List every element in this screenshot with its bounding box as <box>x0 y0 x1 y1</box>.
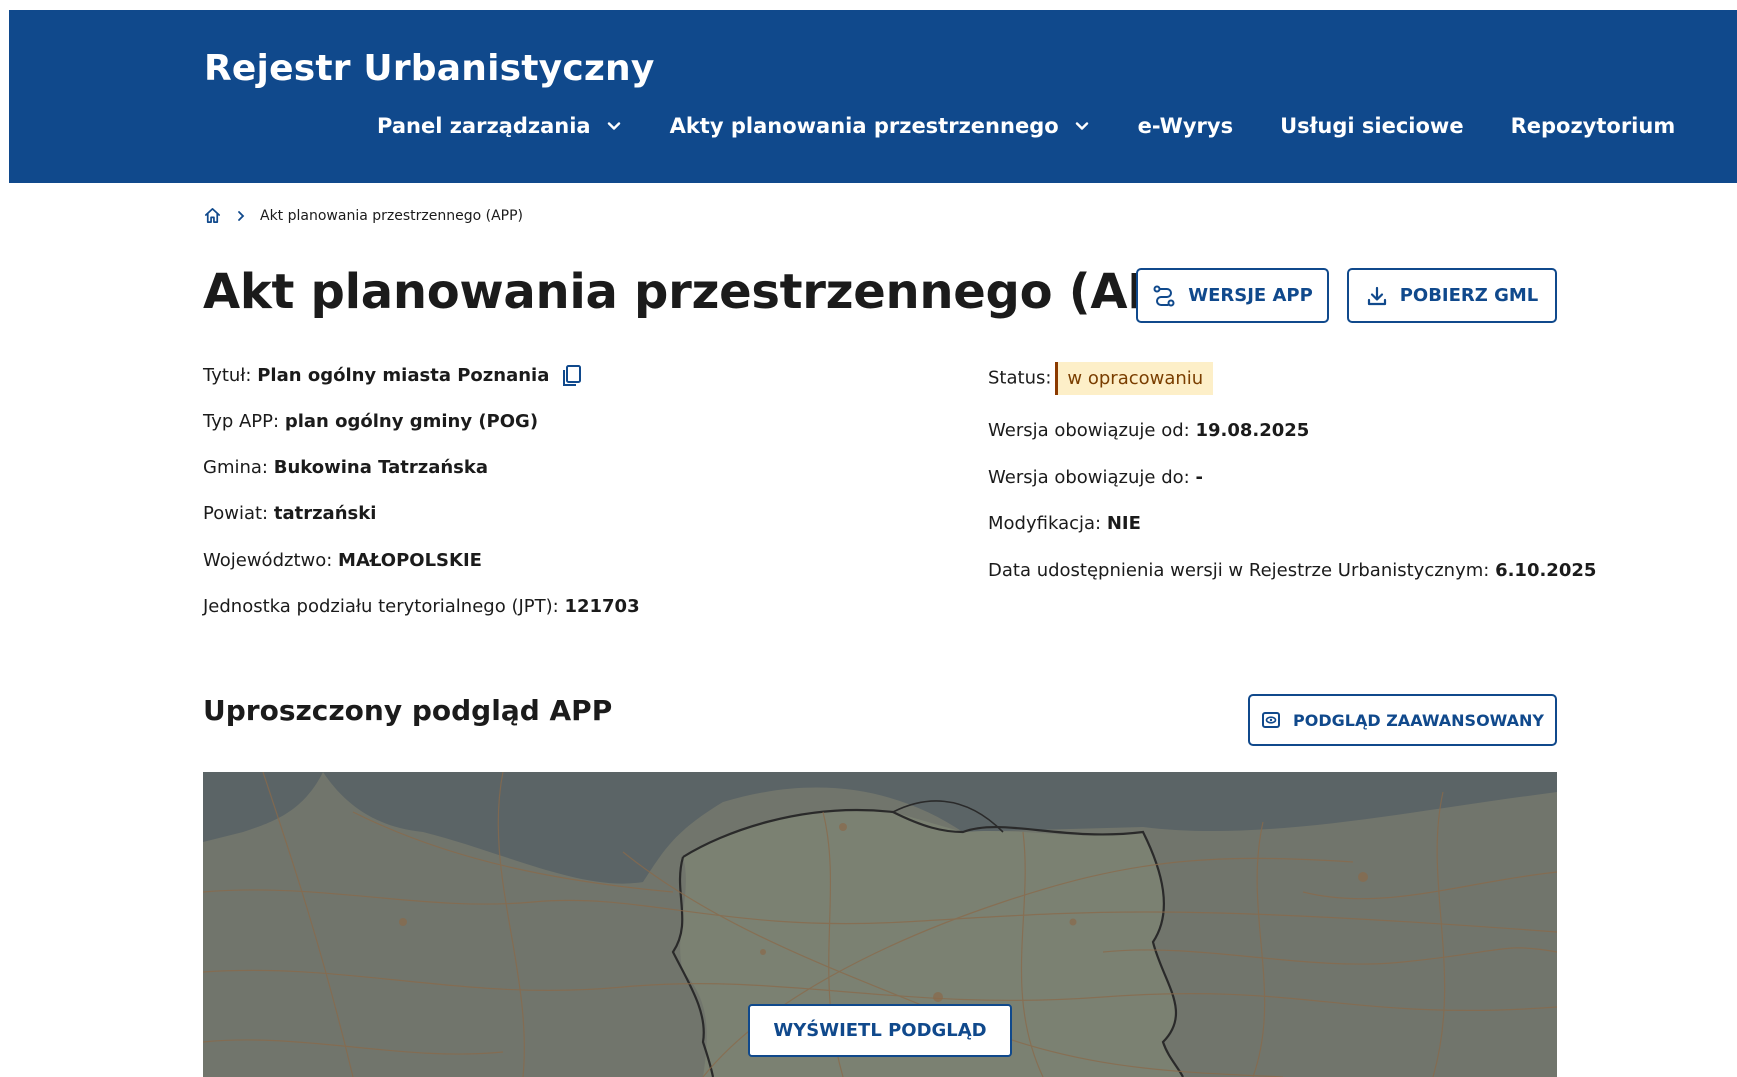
advanced-preview-label: PODGLĄD ZAAWANSOWANY <box>1293 710 1544 730</box>
detail-label: Wersja obowiązuje od: <box>988 420 1190 441</box>
nav-item-label: Repozytorium <box>1510 114 1676 138</box>
detail-value: Plan ogólny miasta Poznania <box>257 365 550 386</box>
nav-item-repozytorium[interactable]: Repozytorium <box>1511 114 1676 138</box>
chevron-down-icon <box>607 122 620 130</box>
detail-label: Wersja obowiązuje do: <box>988 467 1190 488</box>
top-header: Rejestr Urbanistyczny Panel zarządzania … <box>9 10 1737 183</box>
breadcrumb-current: Akt planowania przestrzennego (APP) <box>260 207 523 224</box>
detail-value: 6.10.2025 <box>1495 560 1597 581</box>
chevron-right-icon <box>238 210 245 221</box>
nav-item-panel-zarzadzania[interactable]: Panel zarządzania <box>377 114 623 138</box>
detail-modification: Modyfikacja: NIE <box>988 513 1141 534</box>
detail-title: Tytuł: Plan ogólny miasta Poznania <box>203 364 583 388</box>
detail-label: Jednostka podziału terytorialnego (JPT): <box>203 596 559 617</box>
status-badge: w opracowaniu <box>1055 362 1214 395</box>
nav-item-akty-planowania[interactable]: Akty planowania przestrzennego <box>670 114 1091 138</box>
versions-icon <box>1153 285 1175 306</box>
detail-gmina: Gmina: Bukowina Tatrzańska <box>203 457 488 478</box>
detail-label: Województwo: <box>203 550 333 571</box>
nav-item-label: Usługi sieciowe <box>1280 114 1464 138</box>
detail-value: Bukowina Tatrzańska <box>273 457 489 478</box>
detail-value: - <box>1195 467 1203 488</box>
detail-value: MAŁOPOLSKIE <box>338 550 482 571</box>
site-brand[interactable]: Rejestr Urbanistyczny <box>204 48 655 89</box>
preview-icon <box>1262 712 1281 728</box>
detail-value: NIE <box>1106 513 1141 534</box>
detail-wojewodztwo: Województwo: MAŁOPOLSKIE <box>203 550 482 571</box>
nav-item-label: e-Wyrys <box>1137 114 1234 138</box>
breadcrumb: Akt planowania przestrzennego (APP) <box>203 206 523 225</box>
versions-button-label: WERSJE APP <box>1188 285 1313 306</box>
detail-value: 19.08.2025 <box>1195 420 1310 441</box>
detail-label: Data udostępnienia wersji w Rejestrze Ur… <box>988 560 1490 581</box>
detail-valid-from: Wersja obowiązuje od: 19.08.2025 <box>988 420 1309 441</box>
detail-type: Typ APP: plan ogólny gminy (POG) <box>203 411 538 432</box>
main-nav: Panel zarządzania Akty planowania przest… <box>377 114 1675 138</box>
detail-label: Status: <box>988 367 1052 389</box>
copy-icon[interactable] <box>561 364 583 388</box>
download-button-label: POBIERZ GML <box>1399 285 1539 306</box>
nav-item-label: Akty planowania przestrzennego <box>669 114 1059 138</box>
preview-section-title: Uproszczony podgląd APP <box>203 694 613 727</box>
detail-powiat: Powiat: tatrzański <box>203 503 376 524</box>
detail-label: Powiat: <box>203 503 269 524</box>
download-gml-button[interactable]: POBIERZ GML <box>1347 268 1557 323</box>
nav-item-uslugi-sieciowe[interactable]: Usługi sieciowe <box>1280 114 1464 138</box>
page-title: Akt planowania przestrzennego (APP) <box>203 264 1219 320</box>
detail-valid-to: Wersja obowiązuje do: - <box>988 467 1203 488</box>
detail-value: 121703 <box>564 596 640 617</box>
detail-publish-date: Data udostępnienia wersji w Rejestrze Ur… <box>988 560 1596 581</box>
detail-label: Tytuł: <box>203 365 252 386</box>
detail-status: Status: w opracowaniu <box>988 362 1214 395</box>
detail-label: Gmina: <box>203 457 268 478</box>
detail-value: tatrzański <box>273 503 377 524</box>
advanced-preview-button[interactable]: PODGLĄD ZAAWANSOWANY <box>1248 694 1557 746</box>
chevron-down-icon <box>1075 122 1088 130</box>
detail-label: Modyfikacja: <box>988 513 1102 534</box>
show-preview-button[interactable]: WYŚWIETL PODGLĄD <box>748 1004 1012 1057</box>
versions-button[interactable]: WERSJE APP <box>1136 268 1329 323</box>
download-icon <box>1367 286 1386 305</box>
detail-label: Typ APP: <box>203 411 280 432</box>
home-icon[interactable] <box>203 206 222 225</box>
nav-item-e-wyrys[interactable]: e-Wyrys <box>1138 114 1233 138</box>
nav-item-label: Panel zarządzania <box>377 114 591 138</box>
detail-jpt: Jednostka podziału terytorialnego (JPT):… <box>203 596 640 617</box>
detail-value: plan ogólny gminy (POG) <box>284 411 539 432</box>
